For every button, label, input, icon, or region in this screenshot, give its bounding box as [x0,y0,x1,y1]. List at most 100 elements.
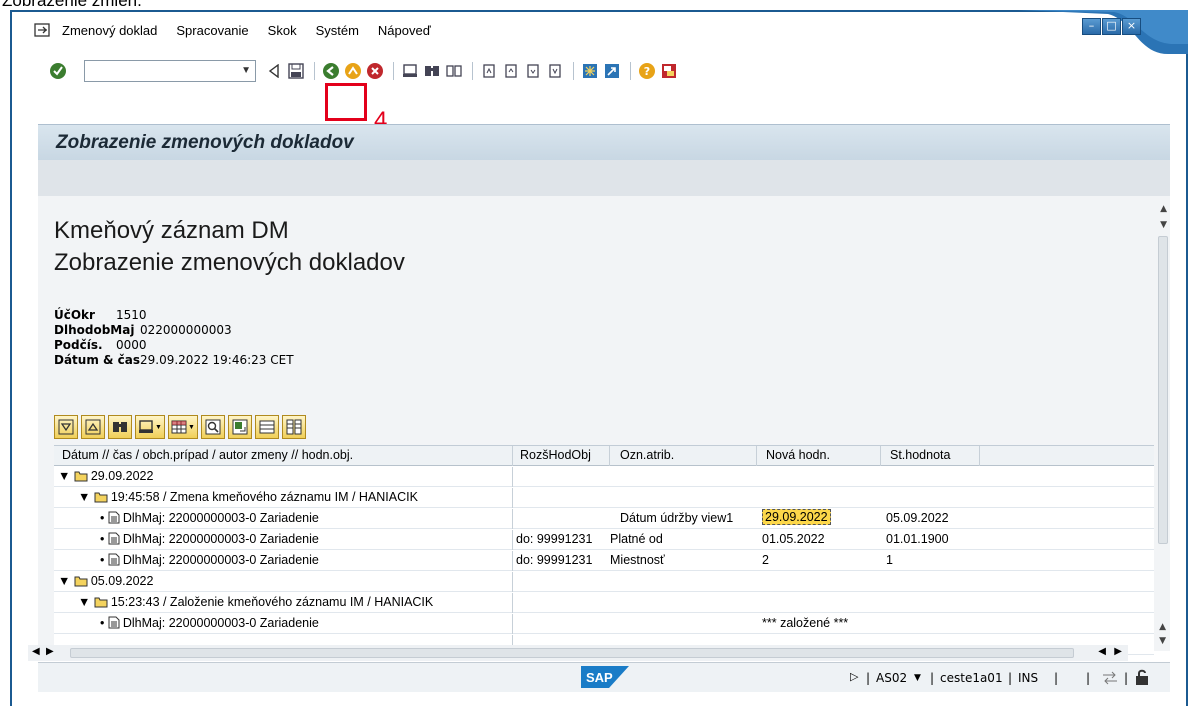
column-header-ozn-atrib[interactable]: Ozn.atrib. [620,448,674,462]
column-header-nova-hodn[interactable]: Nová hodn. [766,448,830,462]
grid-scroll-up-icon[interactable]: ▲ [1159,622,1166,632]
scroll-left-icon[interactable]: ◀ [1098,646,1106,657]
tree-node-label: 29.09.2022 [90,469,154,483]
system-label[interactable]: AS02 [876,671,907,685]
tutorial-callout-box [325,83,367,121]
vertical-scrollbar[interactable]: ▲ ▼ [1154,196,1170,556]
create-session-icon[interactable] [580,61,600,81]
scroll-up-icon[interactable]: ▲ [1160,204,1167,214]
find-icon[interactable] [422,61,442,81]
menu-napoved[interactable]: Nápoveď [378,23,431,38]
lock-icon[interactable] [1134,668,1150,686]
separator: | [866,671,871,685]
expanded-node-icon[interactable]: ▼ [58,574,70,588]
previous-page-icon[interactable] [501,61,521,81]
tree-node-change[interactable]: ▼ 19:45:58 / Zmena kmeňového záznamu IM … [54,488,1154,508]
collapse-all-button[interactable] [81,415,105,439]
tree-node-date[interactable]: ▼ 05.09.2022 [54,572,1154,592]
tree-node-date[interactable]: ▼ 29.09.2022 [54,467,1154,487]
vertical-scroll-thumb[interactable] [1158,236,1168,544]
export-icon [232,419,248,435]
chevron-down-icon[interactable]: ▼ [241,65,251,76]
find-next-icon[interactable] [444,61,464,81]
menu-zmenovy-doklad[interactable]: Zmenový doklad [62,23,157,38]
server-label: ceste1a01 [940,671,1003,685]
command-input[interactable] [85,61,233,81]
grid-header-row: Dátum // čas / obch.prípad / autor zmeny… [54,446,1154,466]
menu-spracovanie[interactable]: Spracovanie [176,23,248,38]
header-field-podcis: Podčís. 0000 [54,338,147,352]
scroll-down-icon[interactable]: ▼ [1160,220,1167,230]
first-page-icon[interactable] [479,61,499,81]
status-bar: SAP ▷ | AS02 ▼ | ceste1a01 | INS | | | [38,662,1170,692]
header-heading-1: Kmeňový záznam DM [54,217,289,244]
command-field[interactable]: ▼ [84,60,256,82]
compare-icon [286,419,302,435]
details-button[interactable] [200,415,225,439]
separator: | [1124,671,1129,685]
exit-icon[interactable] [343,61,363,81]
header-heading-2: Zobrazenie zmenových dokladov [54,249,405,276]
expand-all-button[interactable] [54,415,78,439]
grid-scroll-down-icon[interactable]: ▼ [1159,636,1166,646]
scroll-right-icon[interactable]: ▶ [46,646,54,657]
minimize-button[interactable]: – [1082,18,1101,35]
find-button[interactable] [108,415,132,439]
cell-ozn-atrib: Platné od [610,532,663,546]
cell-nova-hodn-selected[interactable]: 29.09.2022 [762,509,831,525]
cancel-icon[interactable] [365,61,385,81]
export-button[interactable] [227,415,252,439]
help-icon[interactable]: ? [637,61,657,81]
table-row[interactable]: • DlhMaj: 22000000003-0 Zariadenie do: 9… [54,530,1154,550]
horizontal-scrollbar[interactable]: ◀ ▶ ◀ ▶ [28,645,1128,661]
table-row[interactable]: • DlhMaj: 22000000003-0 Zariadenie do: 9… [54,551,1154,571]
cell-ozn-atrib: Dátum údržby view1 [620,511,734,525]
next-page-icon[interactable] [523,61,543,81]
title-bar: Zobrazenie zmenových dokladov [38,124,1170,160]
expand-status-icon[interactable]: ▷ [850,670,858,683]
enter-checkmark-icon[interactable] [48,61,68,81]
close-window-button[interactable]: × [1122,18,1141,35]
header-field-dlhodob-maj: DlhodobMaj 022000000003 [54,323,232,337]
column-header-datum[interactable]: Dátum // čas / obch.prípad / autor zmeny… [62,448,353,462]
toolbar-separator [472,62,473,80]
document-icon [108,511,120,524]
left-triangle-icon[interactable] [264,61,284,81]
table-row[interactable]: • DlhMaj: 22000000003-0 Zariadenie Dátum… [54,509,1154,529]
maximize-button[interactable]: □ [1102,18,1121,35]
expanded-node-icon[interactable]: ▼ [78,595,90,609]
expanded-node-icon[interactable]: ▼ [78,490,90,504]
expanded-node-icon[interactable]: ▼ [58,469,70,483]
horizontal-scroll-thumb[interactable] [70,648,1074,658]
layout-menu-button[interactable]: ▼ [167,415,198,439]
column-header-rozs-hod-obj[interactable]: RozšHodObj [520,448,591,462]
scroll-left-icon[interactable]: ◀ [32,646,40,657]
scroll-right-icon[interactable]: ▶ [1114,646,1122,657]
chevron-down-icon[interactable]: ▼ [914,673,921,683]
input-mode-label[interactable]: INS [1018,671,1038,685]
tree-node-label: 19:45:58 / Zmena kmeňového záznamu IM / … [110,490,418,504]
cell-ozn-atrib: Miestnosť [610,553,665,567]
table-row[interactable]: • DlhMaj: 22000000003-0 Zariadenie *** z… [54,614,1154,634]
menu-system[interactable]: Systém [316,23,359,38]
cell-st-hodnota: 05.09.2022 [886,511,949,525]
cell-nova-hodn: 01.05.2022 [762,532,825,546]
menu-skok[interactable]: Skok [268,23,297,38]
save-icon[interactable] [286,61,306,81]
application-toolbar [38,160,1170,196]
tree-node-change[interactable]: ▼ 15:23:43 / Založenie kmeňového záznamu… [54,593,1154,613]
print-menu-button[interactable]: ▼ [135,415,165,439]
last-page-icon[interactable] [545,61,565,81]
customize-layout-icon[interactable] [659,61,679,81]
leaf-bullet: • [100,511,105,525]
choose-columns-button[interactable] [254,415,279,439]
shortcut-icon[interactable] [602,61,622,81]
field-label: ÚčOkr [54,308,95,322]
compare-columns-button[interactable] [281,415,306,439]
folder-open-icon [94,492,108,503]
toolbar-separator [630,62,631,80]
print-icon[interactable] [400,61,420,81]
back-icon[interactable] [321,61,341,81]
menu-exit-icon[interactable] [34,23,52,37]
column-header-st-hodnota[interactable]: St.hodnota [890,448,950,462]
